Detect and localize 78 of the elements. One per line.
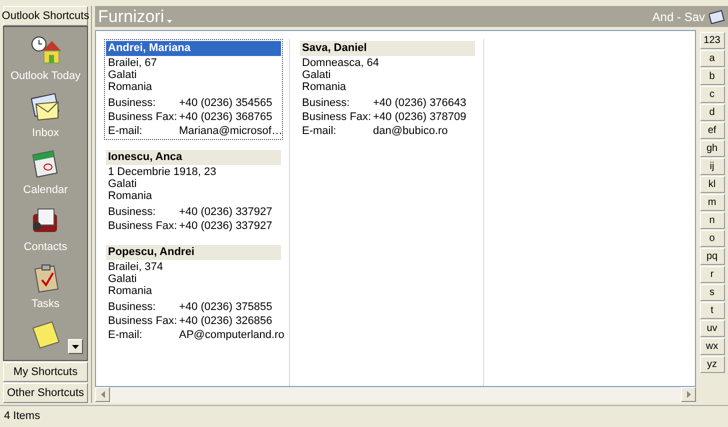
index-button[interactable]: t (700, 302, 724, 319)
address-line: Domneasca, 64 (302, 57, 380, 69)
field-value: +40 (0236) 378709 (373, 110, 466, 124)
index-button[interactable]: yz (700, 356, 724, 373)
address-line: Romania (108, 81, 154, 93)
shortcut-group-header[interactable]: My Shortcuts (3, 362, 88, 382)
house-clock-icon (30, 35, 62, 65)
index-button[interactable]: a (700, 50, 724, 67)
field-value: +40 (0236) 337927 (179, 219, 272, 233)
address-line: Romania (108, 190, 154, 202)
horizontal-scrollbar[interactable] (95, 387, 696, 403)
field-value: +40 (0236) 337927 (179, 205, 272, 219)
field-label: Business: (108, 300, 157, 314)
field-value: +40 (0236) 326856 (179, 314, 272, 328)
index-button[interactable]: ef (700, 122, 724, 139)
index-button[interactable]: s (700, 284, 724, 301)
field-value: +40 (0236) 375855 (179, 300, 272, 314)
address-line: Romania (302, 81, 348, 93)
index-button[interactable]: kl (700, 176, 724, 193)
contact-name: Sava, Daniel (300, 41, 475, 56)
index-button[interactable]: b (700, 68, 724, 85)
index-button[interactable]: pq (700, 248, 724, 265)
envelope-icon (30, 92, 62, 122)
contact-name: Popescu, Andrei (106, 245, 281, 260)
field-value: +40 (0236) 376643 (373, 96, 466, 110)
index-button[interactable]: m (700, 194, 724, 211)
contact-card[interactable]: Sava, Daniel Domneasca, 64 Galati Romania Business: +40 (0236) 376643 Business Fax: +40 (0236) 378709 E-mail: dan@bubico.ro (298, 39, 477, 140)
index-button[interactable]: r (700, 266, 724, 283)
field-value: +40 (0236) 354565 (179, 96, 272, 110)
address-line: Brailei, 67 (108, 57, 158, 69)
shortcut-group-header[interactable]: Outlook Shortcuts (3, 6, 88, 26)
contact-card[interactable]: Ionescu, Anca 1 Decembrie 1918, 23 Galati Romania Business: +40 (0236) 337927 Business Fax: +40 (0236) 337927 (104, 148, 283, 235)
field-label: E-mail: (108, 328, 144, 342)
contact-card[interactable]: Popescu, Andrei Brailei, 374 Galati Romania Business: +40 (0236) 375855 Business Fax: +40 (0236) 326856 E-mail: AP@computerland.ro (104, 243, 283, 344)
address-line: Brailei, 374 (108, 261, 164, 273)
field-label: E-mail: (302, 124, 338, 138)
dropdown-arrow-icon (167, 20, 172, 23)
field-value: +40 (0236) 368765 (179, 110, 272, 124)
index-button[interactable]: gh (700, 140, 724, 157)
contact-name: Andrei, Mariana (106, 41, 281, 56)
field-value: dan@bubico.ro (373, 124, 448, 138)
address-line: 1 Decembrie 1918, 23 (108, 166, 218, 178)
address-line: Galati (108, 178, 138, 190)
index-button[interactable]: wx (700, 338, 724, 355)
field-label: Business: (302, 96, 351, 110)
address-line: Galati (108, 273, 138, 285)
card-icon (709, 10, 725, 24)
scroll-left-button[interactable] (95, 387, 110, 402)
index-button[interactable]: n (700, 212, 724, 229)
scroll-down-button[interactable] (68, 339, 83, 354)
shortcut-group-header[interactable]: Other Shortcuts (3, 383, 88, 403)
contact-card[interactable]: Andrei, Mariana Brailei, 67 Galati Romania Business: +40 (0236) 354565 Business Fax: +40 (0236) 368765 E-mail: Mariana@microsof… (104, 39, 283, 140)
field-label: Business: (108, 96, 157, 110)
index-button[interactable]: d (700, 104, 724, 121)
index-button[interactable]: o (700, 230, 724, 247)
field-label: Business Fax: (108, 110, 178, 124)
field-label: Business Fax: (108, 314, 178, 328)
index-button[interactable]: 123 (700, 32, 724, 49)
right-arrow-icon (686, 391, 690, 398)
field-value: AP@computerland.ro (179, 328, 284, 342)
range-label: And - Sav (652, 8, 705, 26)
contact-name: Ionescu, Anca (106, 150, 281, 165)
address-line: Romania (108, 285, 154, 297)
field-value: Mariana@microsof… (179, 124, 282, 138)
left-arrow-icon (100, 391, 104, 398)
field-label: Business: (108, 205, 157, 219)
address-line: Galati (302, 69, 332, 81)
sticky-note-icon (30, 320, 62, 350)
scroll-right-button[interactable] (681, 387, 696, 402)
index-button[interactable]: uv (700, 320, 724, 337)
index-button[interactable]: ij (700, 158, 724, 175)
status-text: 4 Items (4, 409, 40, 424)
address-line: Galati (108, 69, 138, 81)
field-label: Business Fax: (108, 219, 178, 233)
down-arrow-icon (72, 344, 79, 348)
index-button[interactable]: c (700, 86, 724, 103)
field-label: E-mail: (108, 124, 144, 138)
field-label: Business Fax: (302, 110, 372, 124)
